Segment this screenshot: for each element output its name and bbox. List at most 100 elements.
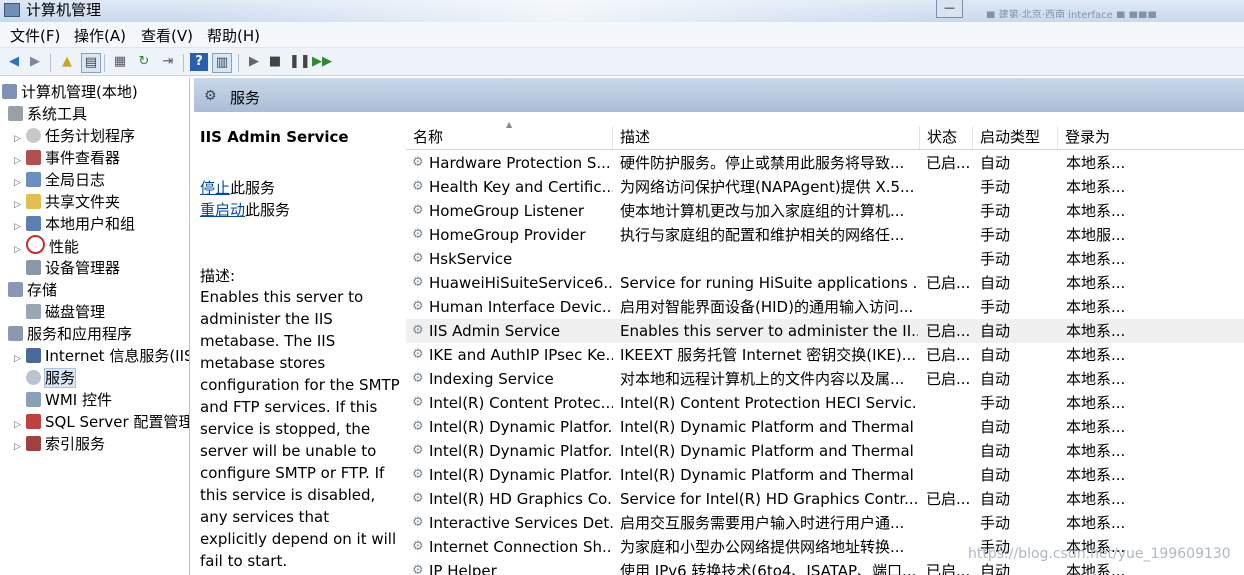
forward-icon[interactable]: ▶ [26,53,44,71]
service-log-on-as-cell: 本地系... [1066,394,1126,412]
service-startup-type-cell: 手动 [980,178,1011,196]
expand-arrow-icon[interactable]: ▷ [14,348,26,370]
device-manager-icon [26,260,41,275]
menu-view[interactable]: 查看(V) [141,27,193,45]
disk-icon [26,304,41,319]
column-name[interactable]: 名称 [406,126,613,149]
shared-folder-icon [26,194,41,209]
export-list-icon[interactable]: ⇥ [159,53,177,71]
refresh-icon[interactable]: ↻ [135,53,153,71]
help-icon[interactable]: ? [190,53,208,71]
properties-icon[interactable]: ▦ [111,53,129,71]
clock-icon [26,128,41,143]
service-log-on-as-cell: 本地系... [1066,154,1126,172]
tree-item-wmi[interactable]: WMI 控件 [26,389,112,411]
table-row[interactable]: ⚙ HomeGroup Provider 执行与家庭组的配置和维护相关的网络任...… [406,223,1244,247]
table-row[interactable]: ⚙ Intel(R) Dynamic Platfor... Intel(R) Dyn… [406,439,1244,463]
service-startup-type-cell: 手动 [980,226,1011,244]
service-status-cell: 已启... [926,154,971,172]
column-startup-type[interactable]: 启动类型 [973,126,1058,149]
pause-service-icon[interactable]: ❚❚ [289,53,311,71]
show-hide-tree-icon[interactable]: ▤ [81,53,101,73]
service-log-on-as-cell: 本地系... [1066,370,1126,388]
service-gear-icon: ⚙ [412,227,424,242]
tree-item-sql-server[interactable]: ▷SQL Server 配置管理器 [14,411,189,433]
event-viewer-icon [26,150,41,165]
table-row[interactable]: ⚙ Intel(R) HD Graphics Co... Service for I… [406,487,1244,511]
service-startup-type-cell: 自动 [980,274,1011,292]
expand-arrow-icon[interactable]: ▷ [14,436,26,458]
table-row[interactable]: ⚙ Intel(R) Dynamic Platfor... Intel(R) Dyn… [406,463,1244,487]
service-status-cell: 已启... [926,322,971,340]
expand-arrow-icon[interactable]: ▷ [14,239,26,261]
tree-item-disk-management[interactable]: 磁盘管理 [26,301,105,323]
table-row[interactable]: ⚙ Interactive Services Det... 启用交互服务需要用户输入… [406,511,1244,535]
service-gear-icon: ⚙ [412,347,424,362]
service-startup-type-cell: 自动 [980,346,1011,364]
column-log-on-as[interactable]: 登录为 [1058,126,1128,149]
service-gear-icon: ⚙ [412,443,424,458]
service-startup-type-cell: 手动 [980,298,1011,316]
service-startup-type-cell: 手动 [980,514,1011,532]
iis-icon [26,348,41,363]
service-description-text: Enables this server to administer the II… [200,288,400,570]
tree-item-shared-folders[interactable]: ▷ 共享文件夹 [14,191,120,213]
service-name-cell: IP Helper [429,562,497,575]
table-row[interactable]: ⚙ Hardware Protection S... 硬件防护服务。停止或禁用此服务… [406,151,1244,175]
service-gear-icon: ⚙ [412,515,424,530]
table-row[interactable]: ⚙ HuaweiHiSuiteService6... Service for run… [406,271,1244,295]
stop-service-icon[interactable]: ■ [266,53,284,71]
table-row[interactable]: ⚙ Indexing Service 对本地和远程计算机上的文件内容以及属... 已启… [406,367,1244,391]
service-description-cell: 为网络访问保护代理(NAPAgent)提供 X.5... [620,178,915,196]
up-folder-icon[interactable]: ▲ [58,53,76,71]
tree-item-device-manager[interactable]: 设备管理器 [26,257,120,279]
start-service-icon[interactable]: ▶ [245,53,263,71]
minimize-button[interactable]: — [936,0,963,18]
tree-item-global-log[interactable]: ▷ 全局日志 [14,169,105,191]
table-row[interactable]: ⚙ IKE and AuthIP IPsec Ke... IKEEXT 服务托管 I… [406,343,1244,367]
sql-server-icon [26,414,41,429]
service-startup-type-cell: 手动 [980,394,1011,412]
tree-item-performance[interactable]: ▷ 性能 [14,235,79,257]
table-row[interactable]: ⚙ Human Interface Devic... 启用对智能界面设备(HID)的… [406,295,1244,319]
menu-bar: 文件(F) 操作(A) 查看(V) 帮助(H) [0,22,1244,48]
service-gear-icon: ⚙ [412,395,424,410]
tree-item-local-users[interactable]: ▷ 本地用户和组 [14,213,135,235]
tree-item-event-viewer[interactable]: ▷ 事件查看器 [14,147,120,169]
menu-help[interactable]: 帮助(H) [207,27,260,45]
back-icon[interactable]: ◀ [5,53,23,71]
service-status-cell: 已启... [926,274,971,292]
restart-service-icon[interactable]: ▶▶ [312,53,332,71]
tree-item-system-tools[interactable]: 系统工具 [8,103,87,125]
tree-item-services-apps[interactable]: 服务和应用程序 [8,323,132,345]
column-description[interactable]: 描述 [613,126,920,149]
services-header [194,78,1244,112]
action-pane-icon[interactable]: ▥ [212,53,232,73]
menu-action[interactable]: 操作(A) [74,27,126,45]
service-startup-type-cell: 自动 [980,154,1011,172]
table-row[interactable]: ⚙ Intel(R) Content Protec... Intel(R) Cont… [406,391,1244,415]
restart-service-link[interactable]: 重启动 [200,201,245,219]
service-name-cell: HuaweiHiSuiteService6... [429,274,613,292]
service-name-cell: Interactive Services Det... [429,514,613,532]
table-row[interactable]: ⚙ Health Key and Certific... 为网络访问保护代理(NAP… [406,175,1244,199]
service-startup-type-cell: 手动 [980,250,1011,268]
tree-item-task-scheduler[interactable]: ▷ 任务计划程序 [14,125,135,147]
menu-file[interactable]: 文件(F) [10,27,60,45]
table-row[interactable]: ⚙ HskService 手动 本地系... [406,247,1244,271]
column-status[interactable]: 状态 [920,126,973,149]
tree-item-index-service[interactable]: ▷ 索引服务 [14,433,105,455]
tree-item-root[interactable]: 计算机管理(本地) [2,81,138,103]
service-description-cell: Intel(R) Dynamic Platform and Thermal ..… [620,466,918,484]
tree-item-iis[interactable]: ▷Internet 信息服务(IIS)管理器 [14,345,189,370]
service-log-on-as-cell: 本地系... [1066,466,1126,484]
service-gear-icon: ⚙ [412,491,424,506]
stop-service-link[interactable]: 停止 [200,179,230,197]
table-row[interactable]: ⚙ HomeGroup Listener 使本地计算机更改与加入家庭组的计算机...… [406,199,1244,223]
table-row[interactable]: ⚙ IIS Admin Service Enables this server to… [406,319,1244,343]
service-gear-icon: ⚙ [412,467,424,482]
tree-item-storage[interactable]: 存储 [8,279,57,301]
table-row[interactable]: ⚙ Intel(R) Dynamic Platfor... Intel(R) Dyn… [406,415,1244,439]
services-gear-icon: ⚙ [204,88,217,104]
tree-item-services[interactable]: 服务 [26,367,77,389]
